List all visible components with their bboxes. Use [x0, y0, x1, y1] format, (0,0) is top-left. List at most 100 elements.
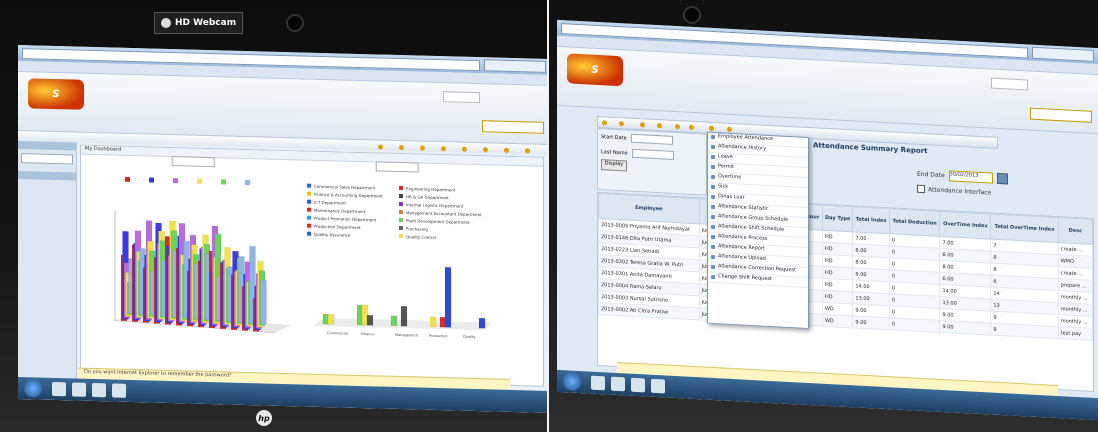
nav-organization[interactable]	[483, 146, 498, 152]
header-links[interactable]	[443, 91, 480, 104]
chart-right-svg: Commercial Sales Department Engineering D…	[307, 183, 493, 339]
legend-label: ICT Department	[314, 200, 346, 206]
table-cell: 0	[889, 317, 940, 333]
company-select[interactable]	[1030, 107, 1092, 123]
legend-item: Management Accountant Department	[399, 210, 482, 217]
gear-icon	[525, 147, 531, 153]
legend-swatch	[125, 176, 130, 182]
nav-time-attendance[interactable]	[619, 120, 636, 127]
webcam-badge: HD Webcam	[154, 12, 244, 34]
legend-item: Quality Control	[399, 234, 436, 240]
firefox-icon[interactable]	[651, 378, 665, 394]
table-cell: WD	[822, 314, 853, 328]
attendance-interface-option: Attendance Interface	[917, 184, 992, 197]
company-select[interactable]	[482, 120, 544, 134]
last-name-input[interactable]	[631, 148, 674, 160]
attendance-interface-checkbox[interactable]	[917, 184, 925, 194]
org-icon	[483, 146, 489, 152]
nav-reimbursement[interactable]	[441, 145, 456, 151]
start-date-input[interactable]	[630, 133, 673, 145]
legend-label: HR & GA Department	[406, 194, 449, 200]
employee-icon	[602, 119, 607, 125]
legend-label: Commercial Sales Department	[314, 184, 376, 191]
money-icon	[420, 145, 426, 151]
legend-swatch	[173, 178, 178, 184]
nav-employee[interactable]	[602, 119, 615, 126]
legend-swatch	[307, 199, 311, 204]
start-date-label: Start Date	[601, 133, 627, 141]
ie-icon[interactable]	[591, 375, 605, 391]
nav-payroll[interactable]	[420, 145, 435, 151]
bar	[390, 315, 398, 327]
time-attendance-menu: Employee Attendance Attendance History Lea…	[707, 131, 809, 330]
left-pane-header	[18, 141, 76, 151]
nav-loan[interactable]	[674, 123, 685, 130]
legend-swatch	[399, 202, 403, 207]
media-icon[interactable]	[92, 382, 106, 398]
start-button[interactable]	[24, 379, 42, 398]
legend-item: Production Department	[307, 223, 361, 230]
camera-lens	[286, 14, 304, 32]
table-cell: 9.00	[852, 315, 890, 330]
search-input[interactable]	[21, 153, 73, 165]
column-header[interactable]: Total OverTime Index	[990, 214, 1059, 243]
start-button[interactable]	[563, 372, 581, 392]
legend-item: HR & GA Department	[399, 194, 449, 200]
legend-swatch	[197, 178, 202, 184]
firefox-icon[interactable]	[112, 383, 126, 398]
folder-icon[interactable]	[611, 376, 625, 392]
column-header[interactable]: Total Deduction	[889, 208, 940, 237]
category-label: Production	[429, 334, 448, 338]
legend-swatch	[307, 207, 311, 212]
photo-left: HD Webcam S My Dashboard Commercial Sale…	[0, 0, 549, 432]
laptop-screen-right: S Start Date Last Name Display Attendanc…	[557, 19, 1098, 421]
chart-right: Commercial Sales Department Engineering D…	[299, 161, 495, 366]
hp-logo: hp	[256, 410, 272, 426]
chart-left-button[interactable]	[171, 156, 215, 168]
ie-icon[interactable]	[52, 381, 66, 397]
attendance-interface-label: Attendance Interface	[928, 185, 992, 197]
receipt-icon	[441, 145, 447, 151]
legend-swatch	[399, 186, 403, 191]
org-icon	[688, 124, 694, 130]
webcam-icon	[161, 18, 171, 28]
nav-career[interactable]	[504, 147, 519, 153]
legend-swatch	[307, 191, 311, 196]
nav-settings[interactable]	[525, 147, 540, 153]
browser-tab[interactable]	[1032, 46, 1094, 62]
chart-left	[95, 156, 291, 361]
career-icon	[709, 125, 715, 131]
column-header[interactable]: Day Type	[822, 205, 853, 232]
chart-right-button[interactable]	[375, 161, 419, 173]
legend-item: Maintenance Department	[307, 207, 366, 214]
column-header[interactable]: Total Index	[852, 206, 890, 234]
company-logo: S	[28, 78, 84, 110]
nav-time-attendance[interactable]	[399, 144, 414, 150]
legend-item: ICT Department	[307, 199, 346, 206]
legend-swatch	[399, 218, 403, 223]
browser-tab[interactable]	[484, 59, 546, 73]
nav-settings[interactable]	[726, 126, 740, 133]
bar	[400, 305, 408, 327]
legend-swatch	[149, 177, 154, 183]
calendar-icon[interactable]	[996, 172, 1008, 185]
nav-loan[interactable]	[462, 146, 477, 152]
nav-career[interactable]	[709, 125, 722, 132]
legend-item: Engineering Department	[399, 186, 456, 193]
end-date-input[interactable]: 30/02/2013	[948, 170, 993, 184]
legend-swatch	[307, 183, 311, 188]
nav-reimbursement[interactable]	[657, 122, 670, 129]
column-header[interactable]: OverTime Index	[939, 211, 991, 240]
legend-item: Internal Logistic Department	[399, 202, 464, 209]
column-header[interactable]: Desc	[1058, 217, 1093, 245]
legend-item: Quality Assurance	[307, 231, 351, 238]
nav-payroll[interactable]	[639, 121, 653, 128]
end-date-label: End Date	[917, 170, 945, 180]
legend-label: Plant Development Department	[406, 218, 470, 225]
nav-organization[interactable]	[688, 124, 706, 131]
nav-employee[interactable]	[378, 143, 393, 150]
display-button[interactable]: Display	[601, 159, 627, 172]
media-icon[interactable]	[631, 377, 645, 393]
header-links[interactable]	[991, 77, 1028, 91]
folder-icon[interactable]	[72, 382, 86, 397]
